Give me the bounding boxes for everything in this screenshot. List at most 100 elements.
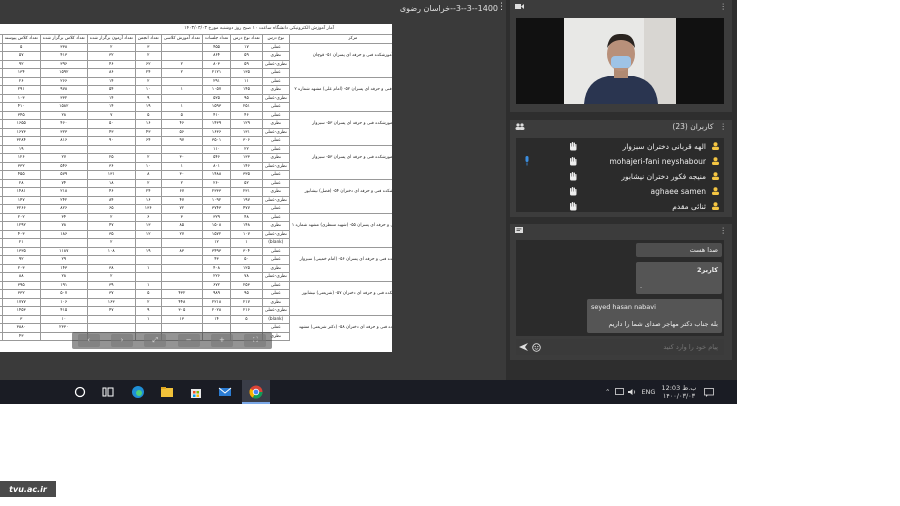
- table-row: ۵۱۶۵۵۴۶۰۵۰۱۶۴۶۱۴۳۹۱۲۹نظریآموزشکده فنی و …: [0, 119, 392, 129]
- document-menu-icon[interactable]: ⋮: [497, 2, 506, 12]
- table-cell: ۹۵: [230, 289, 263, 299]
- input-language[interactable]: ENG: [641, 388, 655, 396]
- file-explorer-icon[interactable]: [159, 384, 175, 400]
- table-cell: ۴۱۰: [201, 110, 232, 120]
- clock[interactable]: 12:03 ب.ظ ۱۴۰۰/۰۳/۰۳: [661, 384, 696, 400]
- mail-icon[interactable]: [217, 384, 233, 400]
- table-cell: ۸۴: [86, 195, 136, 205]
- center-cell: آموزشکده فنی و حرفه ای پسران ۵۳- سبزوار: [288, 119, 392, 128]
- notifications-icon[interactable]: [704, 387, 715, 397]
- table-cell: ۱۲: [134, 229, 162, 239]
- table-cell: [86, 314, 136, 324]
- table-row: ۵۴۰۳۱۸۶۳۵۱۲۲۷۱۵۷۲۱۰۷نظری-عملی: [0, 229, 392, 239]
- table-cell: ۴۴۸: [160, 297, 203, 307]
- users-panel-menu-icon[interactable]: ⋮: [720, 122, 728, 131]
- chat-input[interactable]: [541, 342, 720, 352]
- table-cell: ۱: [134, 280, 162, 290]
- table-cell: ۳۴۹۳: [201, 246, 232, 256]
- user-list-item[interactable]: mohajeri-fani neyshabour: [516, 154, 724, 168]
- table-cell: عملی: [261, 280, 290, 290]
- table-cell: ۲: [134, 178, 162, 188]
- table-cell: [160, 144, 203, 154]
- table-row: ۷۱۴۷۲۴۲۸۴۱۶۴۷۱۰۹۲۱۹۷نظری-عملی: [0, 195, 392, 205]
- emoji-icon[interactable]: [532, 342, 541, 352]
- chat-message: کاربر2 .: [636, 262, 722, 294]
- table-cell: نظری-عملی: [261, 161, 290, 171]
- table-cell: ۱۸: [86, 178, 136, 188]
- volume-icon[interactable]: [628, 388, 637, 396]
- fullscreen-icon[interactable]: ⛶: [244, 334, 267, 347]
- user-list-item[interactable]: ثنائی مقدم: [516, 199, 724, 213]
- user-icon: [712, 142, 719, 150]
- table-cell: ۱۲۹۲: [1, 221, 41, 231]
- table-cell: ۱۰۵۷: [201, 85, 232, 95]
- table-row: ۹۴۵۵۵۷۹۱۳۱۸۳۰۱۴۸۸۳۳۵عملی: [0, 170, 392, 180]
- table-cell: [160, 238, 203, 248]
- table-cell: ۳۴: [39, 212, 88, 222]
- chrome-taskbar-button[interactable]: [242, 380, 270, 404]
- edge-icon[interactable]: [130, 384, 146, 400]
- table-cell: ۲۶۰: [201, 178, 232, 188]
- table-cell: عملی: [261, 178, 290, 188]
- table-cell: عملی: [261, 204, 290, 214]
- table-cell: [160, 255, 203, 265]
- center-cell: [288, 272, 392, 281]
- user-list-item[interactable]: منیجه فکور دختران نیشابور: [516, 169, 724, 183]
- table-row: ۵۳۸۸۰۲۳۳۰عملیآموزشکده فنی و حرفه ای دختر…: [0, 323, 392, 333]
- users-icon: [515, 123, 525, 130]
- zoom-out-icon[interactable]: −: [177, 334, 200, 347]
- tray-overflow-icon[interactable]: ⌃: [605, 388, 610, 396]
- video-panel-menu-icon[interactable]: ⋮: [720, 2, 728, 11]
- table-cell: ۲۱۲۱: [201, 68, 232, 78]
- raise-hand-icon[interactable]: [569, 201, 577, 211]
- table-cell: ۱۹۱: [39, 280, 88, 290]
- table-cell: [86, 144, 136, 154]
- table-cell: ۱: [160, 102, 203, 112]
- table-cell: ۱۴: [86, 93, 136, 103]
- store-icon[interactable]: [188, 384, 204, 400]
- next-page-icon[interactable]: ›: [110, 334, 133, 347]
- table-cell: ۷۴: [39, 178, 88, 188]
- table-cell: ۱: [134, 263, 162, 273]
- center-cell: [288, 332, 392, 341]
- table-cell: ۹۲: [1, 59, 41, 69]
- table-cell: ۲: [134, 297, 162, 307]
- chat-message-text: .: [640, 282, 643, 290]
- table-cell: ۱۶: [134, 119, 162, 129]
- network-icon[interactable]: [615, 388, 625, 396]
- send-icon[interactable]: [519, 343, 528, 351]
- previous-page-icon[interactable]: ‹: [77, 334, 100, 347]
- table-cell: ۸۶: [86, 68, 136, 78]
- table-cell: ۱۵۹۳: [201, 102, 232, 112]
- table-row: ۹۲۹۱۹۷۸۵۴۱۰۱۱۰۵۷۱۴۵نظریآموزشکده فنی و حر…: [0, 85, 392, 95]
- table-cell: ۲۰۳: [1, 263, 41, 273]
- users-panel-title: کاربران (23): [672, 122, 714, 131]
- table-cell: ۲: [134, 76, 162, 86]
- table-cell: ۲۳۳۳: [201, 187, 232, 197]
- table-cell: ۳۲۶۶: [1, 204, 41, 214]
- user-list-item[interactable]: aghaee samen: [516, 184, 724, 198]
- table-cell: [86, 323, 136, 333]
- table-row: ۲۸۸۲۸۲۲۲۶۷۸نظری-عملی: [0, 272, 392, 282]
- table-cell: ۱۹۷: [230, 195, 263, 205]
- raise-hand-icon[interactable]: [569, 171, 577, 181]
- document-page: آمار آموزش الکترونیکی دانشگاه ساعت ۱۰ صب…: [0, 24, 392, 352]
- user-list-item[interactable]: الهه قربانی دختران سبزوار: [516, 139, 724, 153]
- table-row: ۱۱۹۱۱۰۲۲عملی: [0, 144, 392, 154]
- zoom-in-icon[interactable]: +: [210, 334, 233, 347]
- chat-panel-menu-icon[interactable]: ⋮: [720, 226, 728, 235]
- table-cell: عملی: [261, 110, 290, 120]
- chat-input-bar: [516, 339, 724, 355]
- table-cell: ۱۴۳۹: [201, 119, 232, 129]
- fit-width-icon[interactable]: ⤢: [144, 334, 167, 347]
- table-cell: ۲۴: [134, 187, 162, 197]
- video-feed: [516, 18, 724, 104]
- raise-hand-icon[interactable]: [569, 141, 577, 151]
- task-view-icon[interactable]: [100, 384, 116, 400]
- raise-hand-icon[interactable]: [569, 156, 577, 166]
- raise-hand-icon[interactable]: [569, 186, 577, 196]
- center-cell: [288, 144, 392, 154]
- cortana-icon[interactable]: [72, 384, 88, 400]
- table-cell: ۱۵۹۲: [39, 68, 88, 78]
- table-cell: ۹: [134, 93, 162, 103]
